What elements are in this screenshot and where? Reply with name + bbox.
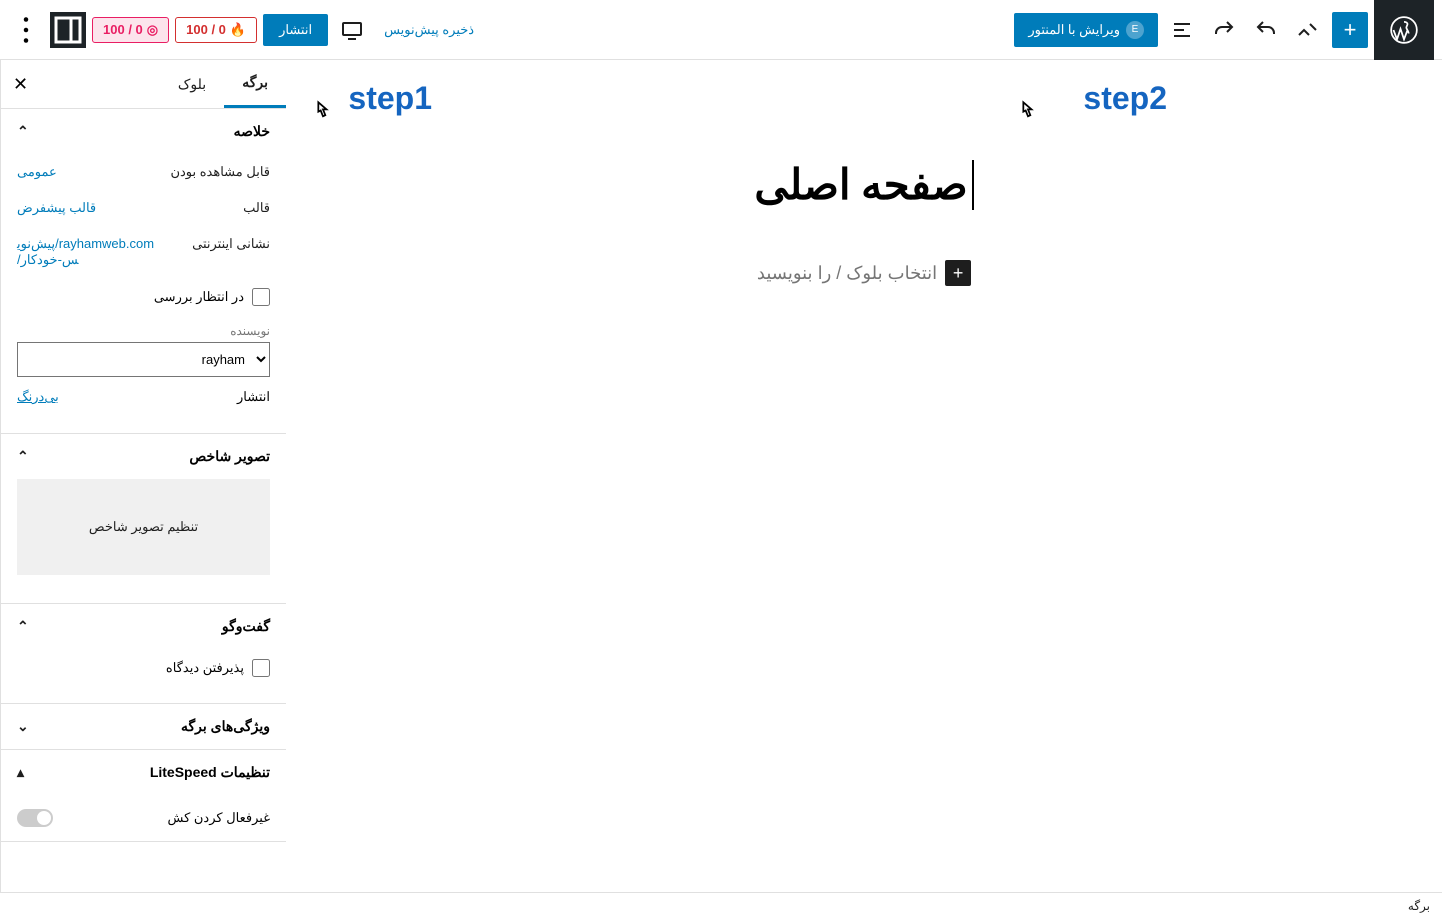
block-prompt-text: انتخاب بلوک / را بنویسید bbox=[757, 263, 937, 284]
chevron-up-icon: ⌃ bbox=[17, 618, 29, 635]
panel-page-attributes: ویژگی‌های برگه ⌄ bbox=[1, 704, 286, 750]
editor-canvas[interactable]: step1 step2 صفحه اصلی + انتخاب بلوک / را… bbox=[286, 60, 1442, 892]
chevron-up-icon: ▴ bbox=[17, 764, 24, 781]
pending-review-checkbox[interactable] bbox=[252, 288, 270, 306]
panel-litespeed-header[interactable]: تنظیمات LiteSpeed ▴ bbox=[1, 750, 286, 795]
elementor-label: ویرایش با المنتور bbox=[1028, 22, 1120, 38]
edit-with-elementor-button[interactable]: E ویرایش با المنتور bbox=[1014, 13, 1158, 47]
undo-icon[interactable] bbox=[1248, 12, 1284, 48]
elementor-icon: E bbox=[1126, 21, 1144, 39]
editor-footer: برگه bbox=[0, 892, 1442, 918]
pending-review-label: در انتظار بررسی bbox=[154, 289, 244, 305]
panel-featured-image: تصویر شاخص ⌃ تنظیم تصویر شاخص bbox=[1, 434, 286, 604]
visibility-value[interactable]: عمومی bbox=[17, 164, 57, 180]
template-row: قالب قالب پیشفرض bbox=[17, 190, 270, 226]
panel-featured-title: تصویر شاخص bbox=[189, 448, 270, 465]
author-label: نویسنده bbox=[17, 316, 270, 342]
save-draft-button[interactable]: ذخیره پیش‌نویس bbox=[376, 14, 482, 46]
editor-main: step1 step2 صفحه اصلی + انتخاب بلوک / را… bbox=[0, 60, 1442, 892]
author-select[interactable]: rayham bbox=[17, 342, 270, 377]
options-menu-icon[interactable] bbox=[8, 12, 44, 48]
template-value[interactable]: قالب پیشفرض bbox=[17, 200, 96, 216]
editor-toolbar: + E ویرایش با المنتور ذخیره پیش‌نویس انت… bbox=[0, 0, 1442, 60]
url-row: نشانی اینترنتی rayhamweb.com/پیش‌نویس-خو… bbox=[17, 226, 270, 278]
publish-row: انتشار بی‌درنگ bbox=[17, 377, 270, 417]
tab-page[interactable]: برگه bbox=[224, 60, 286, 108]
allow-comments-row: پذیرفتن دیدگاه bbox=[17, 649, 270, 687]
annotation-step1: step1 bbox=[348, 80, 432, 117]
url-value[interactable]: rayhamweb.com/پیش‌نویس-خودکار/ bbox=[17, 236, 167, 268]
disable-cache-toggle[interactable] bbox=[17, 809, 53, 827]
sidebar-tabs: برگه بلوک ✕ bbox=[1, 60, 286, 109]
wordpress-logo[interactable] bbox=[1374, 0, 1434, 60]
template-label: قالب bbox=[243, 200, 270, 216]
tab-block[interactable]: بلوک bbox=[160, 60, 224, 108]
chevron-down-icon: ⌄ bbox=[17, 718, 29, 735]
panel-litespeed: تنظیمات LiteSpeed ▴ غیرفعال کردن کش bbox=[1, 750, 286, 842]
add-block-button[interactable]: + bbox=[1332, 12, 1368, 48]
url-label: نشانی اینترنتی bbox=[192, 236, 270, 252]
block-inserter-prompt[interactable]: + انتخاب بلوک / را بنویسید bbox=[286, 260, 1442, 286]
edit-mode-icon[interactable] bbox=[1290, 12, 1326, 48]
panel-discussion-header[interactable]: گفت‌وگو ⌃ bbox=[1, 604, 286, 649]
preview-icon[interactable] bbox=[334, 12, 370, 48]
seo-score-badge-1[interactable]: 🔥 0 / 100 bbox=[175, 17, 257, 43]
settings-sidebar-toggle[interactable] bbox=[50, 12, 86, 48]
publish-button[interactable]: انتشار bbox=[263, 14, 328, 46]
panel-summary-header[interactable]: خلاصه ⌃ bbox=[1, 109, 286, 154]
settings-sidebar: برگه بلوک ✕ خلاصه ⌃ قابل مشاهده بودن عمو… bbox=[0, 60, 286, 892]
annotation-step2: step2 bbox=[1083, 80, 1167, 117]
allow-comments-label: پذیرفتن دیدگاه bbox=[166, 660, 244, 676]
allow-comments-checkbox[interactable] bbox=[252, 659, 270, 677]
panel-featured-header[interactable]: تصویر شاخص ⌃ bbox=[1, 434, 286, 479]
visibility-label: قابل مشاهده بودن bbox=[170, 164, 270, 180]
panel-attributes-header[interactable]: ویژگی‌های برگه ⌄ bbox=[1, 704, 286, 749]
page-title-input[interactable]: صفحه اصلی bbox=[754, 160, 973, 210]
redo-icon[interactable] bbox=[1206, 12, 1242, 48]
disable-cache-label: غیرفعال کردن کش bbox=[168, 810, 270, 826]
panel-summary-title: خلاصه bbox=[234, 123, 270, 140]
close-sidebar-icon[interactable]: ✕ bbox=[1, 60, 40, 108]
panel-litespeed-title: تنظیمات LiteSpeed bbox=[150, 764, 270, 781]
publish-label: انتشار bbox=[237, 389, 270, 405]
panel-summary: خلاصه ⌃ قابل مشاهده بودن عمومی قالب قالب… bbox=[1, 109, 286, 434]
chevron-up-icon: ⌃ bbox=[17, 123, 29, 140]
seo-score-badge-2[interactable]: ◎ 0 / 100 bbox=[92, 17, 169, 43]
panel-discussion: گفت‌وگو ⌃ پذیرفتن دیدگاه bbox=[1, 604, 286, 704]
pending-review-row: در انتظار بررسی bbox=[17, 278, 270, 316]
panel-attributes-title: ویژگی‌های برگه bbox=[181, 718, 270, 735]
publish-value[interactable]: بی‌درنگ bbox=[17, 389, 59, 405]
visibility-row: قابل مشاهده بودن عمومی bbox=[17, 154, 270, 190]
chevron-up-icon: ⌃ bbox=[17, 448, 29, 465]
plus-icon[interactable]: + bbox=[945, 260, 971, 286]
panel-discussion-title: گفت‌وگو bbox=[222, 618, 270, 635]
set-featured-image-button[interactable]: تنظیم تصویر شاخص bbox=[17, 479, 270, 575]
disable-cache-row: غیرفعال کردن کش bbox=[1, 795, 286, 841]
document-overview-icon[interactable] bbox=[1164, 12, 1200, 48]
breadcrumb[interactable]: برگه bbox=[1408, 899, 1430, 913]
